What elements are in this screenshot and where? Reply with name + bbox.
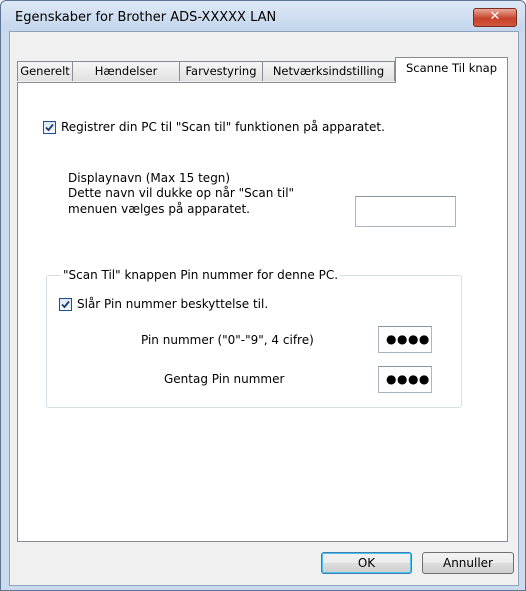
tab-netvaerksindstilling[interactable]: Netværksindstilling — [262, 61, 395, 81]
window-title: Egenskaber for Brother ADS-XXXXX LAN — [15, 10, 277, 25]
display-name-hint-2: menuen vælges på apparatet. — [68, 202, 250, 216]
close-button[interactable]: ✕ — [473, 8, 517, 27]
tab-farvestyring[interactable]: Farvestyring — [179, 61, 263, 81]
register-label[interactable]: Registrer din PC til "Scan til" funktion… — [61, 120, 385, 134]
pin-group-legend: "Scan Til" knappen Pin nummer for denne … — [61, 268, 341, 282]
pin-number-input[interactable]: ●●●● — [378, 326, 432, 353]
tab-generelt[interactable]: Generelt — [17, 61, 73, 81]
pin-number-label: Pin nummer ("0"-"9", 4 cifre) — [141, 333, 314, 347]
register-checkbox[interactable] — [43, 121, 56, 134]
tab-scanne-til-knap[interactable]: Scanne Til knap — [395, 57, 508, 83]
pin-number-masked: ●●●● — [386, 332, 430, 346]
checkmark-icon — [61, 300, 70, 309]
repeat-pin-input[interactable]: ●●●● — [378, 366, 432, 393]
ok-button[interactable]: OK — [321, 552, 412, 574]
pin-protect-label[interactable]: Slår Pin nummer beskyttelse til. — [77, 297, 268, 311]
display-name-hint-1: Dette navn vil dukke op når "Scan til" — [68, 186, 295, 200]
display-name-input[interactable] — [355, 196, 456, 227]
pin-protect-checkbox[interactable] — [59, 298, 72, 311]
display-name-heading: Displaynavn (Max 15 tegn) — [68, 171, 231, 185]
checkmark-icon — [45, 123, 54, 132]
title-bar[interactable]: Egenskaber for Brother ADS-XXXXX LAN ✕ — [1, 1, 525, 31]
close-icon: ✕ — [489, 9, 501, 24]
tab-haendelser[interactable]: Hændelser — [72, 61, 180, 81]
cancel-button[interactable]: Annuller — [422, 552, 514, 574]
repeat-pin-label: Gentag Pin nummer — [164, 372, 285, 386]
repeat-pin-masked: ●●●● — [386, 372, 430, 386]
